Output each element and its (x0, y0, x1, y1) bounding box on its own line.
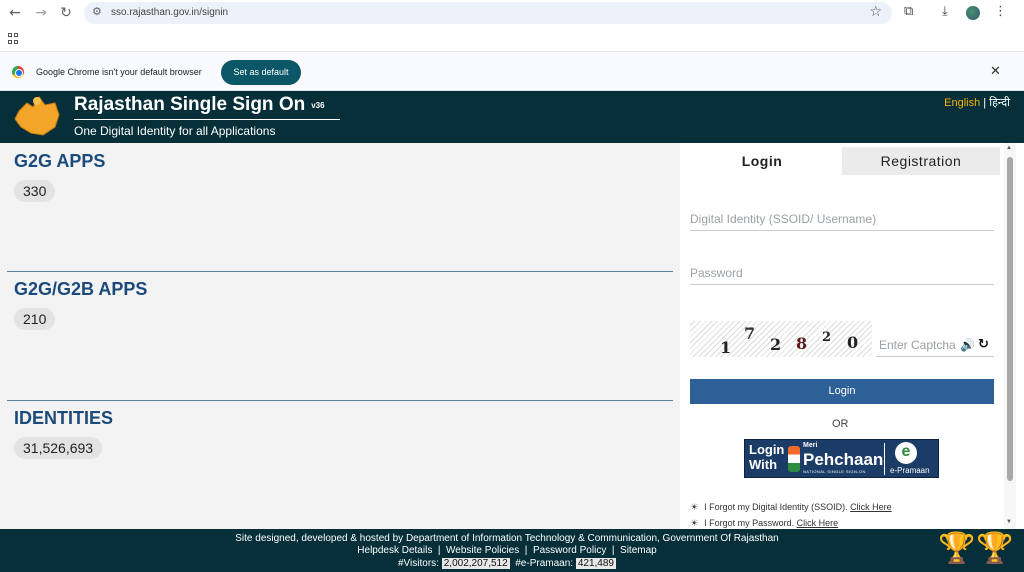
site-title: Rajasthan Single Sign On v36 (74, 94, 325, 115)
site-subtitle: One Digital Identity for all Application… (74, 124, 276, 138)
trophy-icon: 🏆 (938, 531, 976, 566)
footer-link-policies[interactable]: Website Policies (446, 545, 519, 556)
mp-nsso: NATIONAL SINGLE SIGN-ON (803, 469, 866, 474)
footer-counters: #Visitors: 2,002,207,512 #e-Pramaan: 421… (398, 558, 616, 569)
footer-link-password-policy[interactable]: Password Policy (533, 545, 606, 556)
captcha-image: 1 7 2 8 2 0 (690, 321, 872, 357)
bullet-icon: ☀ (690, 519, 699, 529)
browser-toolbar: ← → ↻ ⚙ sso.rajasthan.gov.in/signin ☆ ⧉ … (0, 0, 1024, 26)
captcha-digit: 0 (847, 333, 859, 352)
title-underline (74, 119, 340, 120)
trophy-icon: 🏆 (976, 531, 1014, 566)
speaker-icon[interactable]: 🔊 (960, 333, 975, 357)
epramaan-count: 421,489 (575, 558, 616, 569)
version-label: v36 (311, 101, 325, 110)
bookmark-star-icon[interactable]: ☆ (869, 4, 882, 20)
language-switch: English | हिन्दी (944, 97, 1010, 109)
extensions-icon[interactable]: ⧉ (904, 4, 913, 19)
captcha-digit: 2 (822, 330, 832, 345)
stat-title: G2G/G2B APPS (14, 279, 148, 299)
back-icon[interactable]: ← (6, 4, 24, 22)
mp-epramaan: e-Pramaan (890, 466, 930, 475)
captcha-digit: 1 (720, 338, 732, 357)
set-default-button[interactable]: Set as default (221, 60, 301, 85)
stat-title: G2G APPS (14, 151, 106, 171)
footer-links: Helpdesk Details | Website Policies | Pa… (357, 545, 657, 556)
rajasthan-logo (14, 96, 60, 136)
epramaan-logo-icon: e (895, 442, 917, 464)
captcha-digit: 2 (770, 335, 782, 354)
lang-hindi-link[interactable]: हिन्दी (989, 97, 1010, 109)
scroll-up-icon[interactable]: ▲ (1006, 145, 1012, 151)
scroll-down-icon[interactable]: ▼ (1006, 519, 1012, 525)
captcha-input[interactable]: Enter Captcha 🔊 ↻ (876, 333, 994, 357)
scrollbar-thumb[interactable] (1007, 157, 1013, 481)
footer-link-helpdesk[interactable]: Helpdesk Details (357, 545, 432, 556)
stat-value: 31,526,693 (14, 437, 103, 459)
mp-login-with: Login With (749, 442, 785, 472)
stats-area: G2G APPS 330 G2G/G2B APPS 210 IDENTITIES… (0, 143, 680, 529)
refresh-icon[interactable]: ↻ (978, 333, 989, 357)
divider (7, 400, 673, 401)
scrollbar[interactable]: ▲ ▼ (1004, 143, 1016, 529)
download-icon[interactable]: ⤓ (942, 4, 948, 19)
bullet-icon: ☀ (690, 503, 699, 513)
login-panel: Login Registration Digital Identity (SSO… (680, 143, 1004, 529)
visitor-count: 2,002,207,512 (441, 558, 510, 569)
forgot-password-link[interactable]: Click Here (797, 518, 839, 528)
lang-english-link[interactable]: English (944, 97, 980, 109)
username-field[interactable]: Digital Identity (SSOID/ Username) (690, 207, 994, 231)
tab-registration[interactable]: Registration (842, 147, 1000, 175)
apps-grid-icon[interactable] (8, 33, 19, 44)
menu-icon[interactable]: ⋮ (994, 4, 1007, 19)
meri-pehchaan-login-button[interactable]: Login With Meri Pehchaan NATIONAL SINGLE … (744, 439, 939, 478)
captcha-digit: 7 (744, 324, 756, 343)
forgot-ssoid-link[interactable]: Click Here (850, 502, 892, 512)
stat-title: IDENTITIES (14, 408, 114, 428)
stat-value: 210 (14, 308, 56, 330)
divider (7, 271, 673, 272)
bookmarks-bar (0, 26, 1024, 52)
forward-icon[interactable]: → (32, 4, 50, 22)
footer-link-sitemap[interactable]: Sitemap (620, 545, 657, 556)
profile-avatar[interactable] (966, 6, 980, 20)
forgot-ssoid: ☀ I Forgot my Digital Identity (SSOID). C… (690, 502, 892, 513)
default-browser-infobar: Google Chrome isn't your default browser… (0, 53, 1024, 91)
or-separator: OR (832, 418, 849, 430)
infobar-message: Google Chrome isn't your default browser (36, 67, 202, 77)
forgot-password: ☀ I Forgot my Password. Click Here (690, 518, 839, 529)
chrome-logo-icon (12, 66, 24, 78)
captcha-digit: 8 (796, 334, 808, 353)
tab-login[interactable]: Login (682, 147, 842, 175)
close-icon[interactable]: ✕ (990, 64, 1001, 79)
url-text[interactable]: sso.rajasthan.gov.in/signin (111, 7, 228, 18)
address-bar[interactable]: ⚙ sso.rajasthan.gov.in/signin ☆ (84, 2, 892, 24)
site-info-icon[interactable]: ⚙ (92, 5, 102, 18)
tricolor-icon (788, 446, 800, 472)
footer-credit: Site designed, developed & hosted by Dep… (235, 533, 779, 544)
login-button[interactable]: Login (690, 379, 994, 404)
stat-value: 330 (14, 180, 56, 202)
mp-pehchaan: Pehchaan (803, 450, 884, 469)
site-header: Rajasthan Single Sign On v36 One Digital … (0, 91, 1024, 143)
reload-icon[interactable]: ↻ (57, 4, 75, 22)
mp-meri: Meri (803, 442, 818, 449)
site-footer: Site designed, developed & hosted by Dep… (0, 529, 1024, 572)
password-field[interactable]: Password (690, 261, 994, 285)
